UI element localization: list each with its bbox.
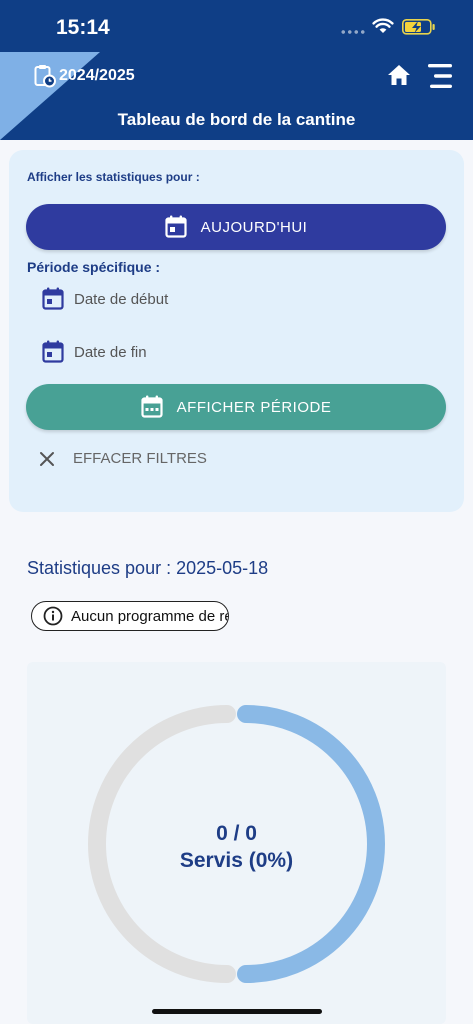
clipboard-clock-icon <box>34 65 56 88</box>
wifi-icon <box>372 18 394 33</box>
calendar-icon <box>42 340 64 363</box>
page-title: Tableau de bord de la cantine <box>117 110 356 129</box>
today-button[interactable]: AUJOURD'HUI <box>26 204 446 250</box>
served-gauge-card: 0 / 0 Servis (0%) <box>27 662 446 1024</box>
start-date-field[interactable]: Date de début <box>42 287 168 311</box>
gauge-label: Servis (0%) <box>179 849 294 872</box>
school-year: 2024/2025 <box>34 64 135 88</box>
signal-dots-icon <box>340 30 366 34</box>
home-indicator <box>152 1009 322 1014</box>
calendar-icon <box>165 215 187 238</box>
info-icon <box>43 606 63 626</box>
menu-icon[interactable] <box>426 62 454 90</box>
info-chip-text: Aucun programme de repas <box>71 607 228 625</box>
status-bar: 15:14 <box>0 0 473 52</box>
calendar-icon <box>42 287 64 310</box>
show-period-button-label: AFFICHER PÉRIODE <box>176 398 332 416</box>
battery-charging-icon <box>402 19 435 35</box>
close-icon <box>40 451 54 466</box>
filter-heading: Afficher les statistiques pour : <box>27 170 200 184</box>
school-year-label: 2024/2025 <box>59 67 135 84</box>
info-chip: Aucun programme de repas <box>31 601 229 631</box>
gauge-value: 0 / 0 <box>216 822 257 845</box>
filter-card: Afficher les statistiques pour : AUJOURD… <box>9 150 464 512</box>
end-date-field[interactable]: Date de fin <box>42 340 147 364</box>
stats-title: Statistiques pour : 2025-05-18 <box>27 558 269 578</box>
app-header: 15:14 2024/2025 Tableau de bord de la ca… <box>0 0 473 140</box>
end-date-placeholder: Date de fin <box>74 343 147 361</box>
period-label: Période spécifique : <box>27 259 161 275</box>
clear-filters-label: EFFACER FILTRES <box>73 450 207 467</box>
clear-filters-button[interactable]: EFFACER FILTRES <box>39 450 207 467</box>
status-time: 15:14 <box>56 16 110 39</box>
calendar-range-icon <box>141 395 163 418</box>
home-icon[interactable] <box>386 62 412 88</box>
show-period-button[interactable]: AFFICHER PÉRIODE <box>26 384 446 430</box>
start-date-placeholder: Date de début <box>74 290 169 308</box>
today-button-label: AUJOURD'HUI <box>200 218 308 236</box>
